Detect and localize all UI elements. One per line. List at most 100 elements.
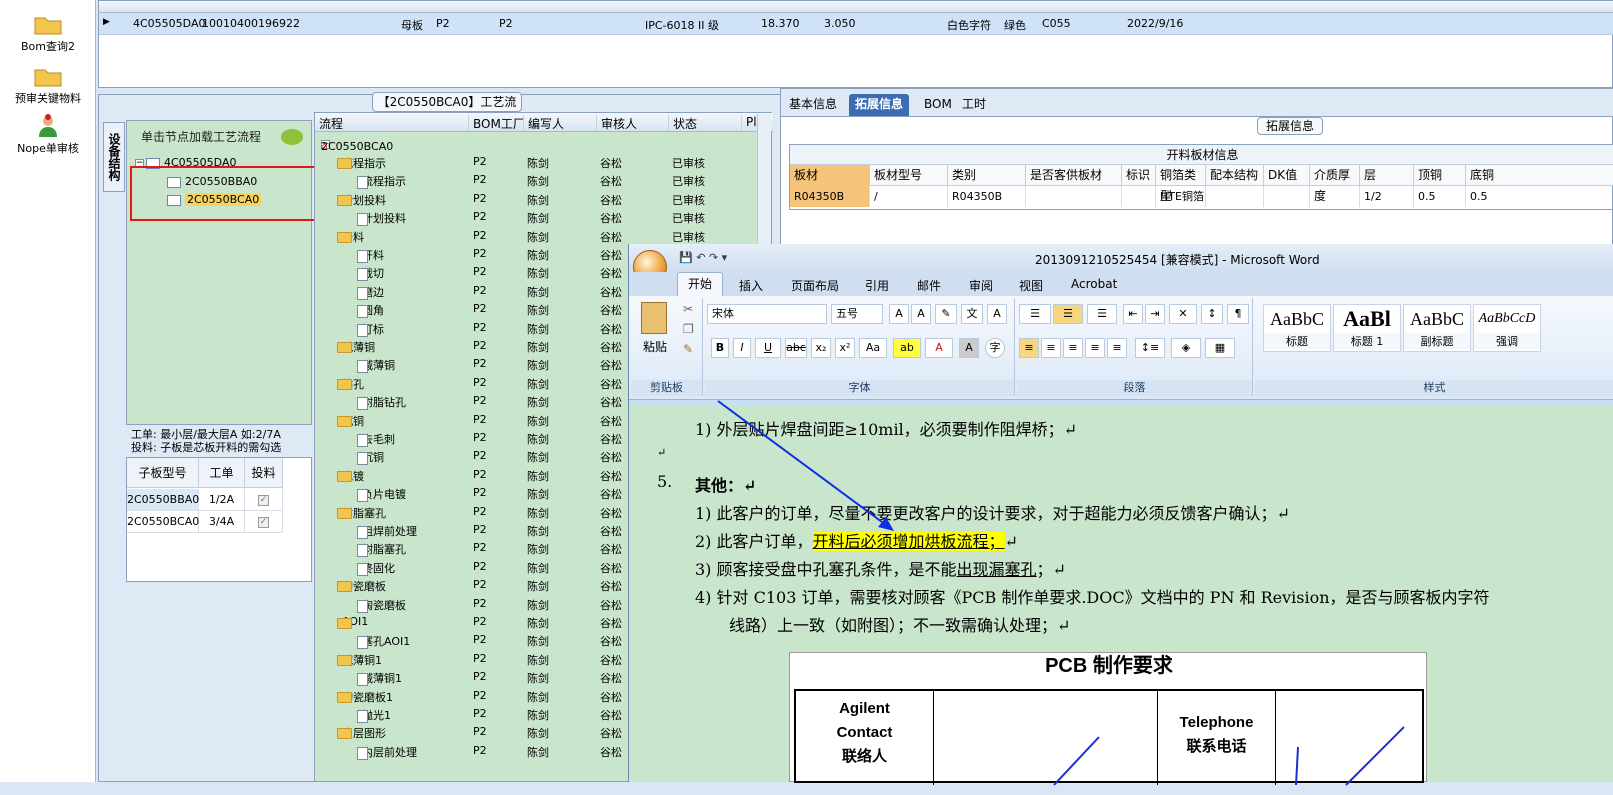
align-center-icon[interactable]: ≡ [1041,338,1061,358]
tab-references[interactable]: 引用 [865,277,889,294]
paste-icon[interactable] [641,302,667,334]
table-cell[interactable]: 0.5 [1414,186,1466,207]
char-shading-icon[interactable]: A [959,338,979,358]
table-cell[interactable]: 1/2A [199,489,245,511]
checkbox[interactable]: ✓ [258,516,269,528]
column-header[interactable]: 是否客供板材 [1026,165,1122,186]
italic-icon[interactable]: I [733,338,751,358]
column-header[interactable]: 标识 [1122,165,1156,186]
column-header[interactable]: 铜箔类型 [1156,165,1206,203]
tab-device-structure[interactable]: 设备结构 [103,122,125,192]
highlight-icon[interactable]: ab [893,338,921,358]
line-spacing-icon[interactable]: ↕≡ [1135,338,1165,358]
decrease-indent-icon[interactable]: ⇤ [1123,304,1143,324]
table-cell[interactable] [1026,186,1122,207]
table-cell[interactable]: 0.5 [1466,186,1613,207]
nav-item-nope-review[interactable]: Nope单审核 [0,114,96,156]
align-right-icon[interactable]: ≡ [1063,338,1083,358]
style-title[interactable]: AaBbC 标题 [1263,304,1331,352]
column-header[interactable]: BOM工厂 [468,115,525,131]
borders-icon[interactable]: ▦ [1205,338,1235,358]
tab-work-hours[interactable]: 工时 [956,94,992,116]
column-header[interactable]: DK值 [1264,165,1310,186]
asian-layout-icon[interactable]: ✕ [1169,304,1197,324]
distribute-icon[interactable]: ≡ [1107,338,1127,358]
column-header[interactable]: 板材 [790,165,870,186]
column-header[interactable]: 介质厚度 [1310,165,1360,203]
show-marks-icon[interactable]: ¶ [1227,304,1249,324]
style-heading1[interactable]: AaBl 标题 1 [1333,304,1401,352]
table-cell[interactable] [1122,186,1156,207]
table-cell[interactable]: / [870,186,948,207]
quick-access-toolbar[interactable]: 💾 ↶ ↷ ▾ [679,251,759,264]
copy-icon[interactable]: ❐ [683,322,694,336]
grid-row[interactable]: ▶ 4C05505DA0 10010400196922 母板 P2 P2 IPC… [99,13,1613,35]
flow-row[interactable]: 流程指示 P2 陈剑 谷松 已审核 [315,170,773,190]
subscript-icon[interactable]: x₂ [811,338,831,358]
underline-icon[interactable]: U [755,338,781,358]
style-emphasis[interactable]: AaBbCcD 强调 [1473,304,1541,352]
format-painter-icon[interactable]: ✎ [683,342,693,356]
column-header[interactable]: 状态 [668,115,697,131]
justify-icon[interactable]: ≡ [1085,338,1105,358]
column-header[interactable]: 板材型号 [870,165,948,186]
table-cell[interactable]: 2C0550BBA0 [127,489,199,511]
feed-checkbox[interactable]: ✓ [245,511,283,533]
column-header[interactable]: 子板型号 [127,458,199,488]
superscript-icon[interactable]: x² [835,338,855,358]
tab-home[interactable]: 开始 [677,272,724,296]
phonetic-icon[interactable]: 文 [961,304,983,324]
flow-root[interactable]: − ⌂ 2C0550BCA0 [315,134,773,153]
font-size-select[interactable]: 五号 [831,304,883,324]
flow-row[interactable]: −开料 P2 陈剑 谷松 已审核 [315,226,773,245]
tab-basic-info[interactable]: 基本信息 [783,94,843,116]
table-cell[interactable]: R04350B [948,186,1026,207]
flow-row[interactable]: 计划投料 P2 陈剑 谷松 已审核 [315,207,773,227]
tab-insert[interactable]: 插入 [739,277,763,294]
flow-row[interactable]: −计划投料 P2 陈剑 谷松 已审核 [315,189,773,208]
table-cell[interactable] [1310,186,1360,207]
shading-icon[interactable]: ◈ [1171,338,1201,358]
table-cell[interactable] [1206,186,1264,207]
sort-icon[interactable]: ↕ [1201,304,1223,324]
strikethrough-icon[interactable]: abc [785,338,807,358]
tab-acrobat[interactable]: Acrobat [1071,277,1117,291]
bullets-icon[interactable]: ☰ [1019,304,1051,324]
cut-icon[interactable]: ✂ [683,302,693,316]
multilevel-list-icon[interactable]: ☰ [1087,304,1117,324]
paste-button[interactable]: 粘贴 [643,338,667,355]
grow-font-icon[interactable]: A [889,304,909,324]
table-cell[interactable]: 3/4A [199,511,245,533]
tab-extended-info[interactable]: 拓展信息 [849,94,910,116]
tab-bom[interactable]: BOM [918,94,958,116]
tab-mailings[interactable]: 邮件 [917,277,941,294]
table-cell[interactable]: 1/2 [1360,186,1414,207]
increase-indent-icon[interactable]: ⇥ [1145,304,1165,324]
clear-format-icon[interactable]: ✎ [935,304,957,324]
align-left-icon[interactable]: ≡ [1019,338,1039,358]
numbering-icon[interactable]: ☰ [1053,304,1083,324]
bold-icon[interactable]: B [711,338,729,358]
column-header[interactable]: 工单 [199,458,245,488]
nav-item-bom-query[interactable]: Bom查询2 [0,12,96,54]
change-case-icon[interactable]: Aa [859,338,887,358]
font-color-icon[interactable]: A [925,338,953,358]
column-header[interactable]: 类别 [948,165,1026,186]
tab-page-layout[interactable]: 页面布局 [791,277,839,294]
column-header[interactable]: 流程 [315,115,343,131]
table-cell[interactable]: R04350B [790,186,870,207]
column-header[interactable]: 投料 [245,458,283,488]
char-border-icon[interactable]: A [987,304,1007,324]
column-header[interactable]: 配本结构 [1206,165,1264,186]
table-cell[interactable] [1264,186,1310,207]
column-header[interactable]: 顶铜 [1414,165,1466,186]
column-header[interactable]: 编写人 [523,115,564,131]
column-header[interactable]: 层 [1360,165,1414,186]
flow-row[interactable]: −流程指示 P2 陈剑 谷松 已审核 [315,152,773,171]
shrink-font-icon[interactable]: A [911,304,931,324]
nav-item-pre-review[interactable]: 预审关键物料 [0,64,96,106]
column-header[interactable]: 底铜 [1466,165,1613,186]
table-cell[interactable]: HTE铜箔 [1156,186,1206,207]
style-subtitle[interactable]: AaBbC 副标题 [1403,304,1471,352]
font-name-select[interactable]: 宋体 [707,304,827,324]
